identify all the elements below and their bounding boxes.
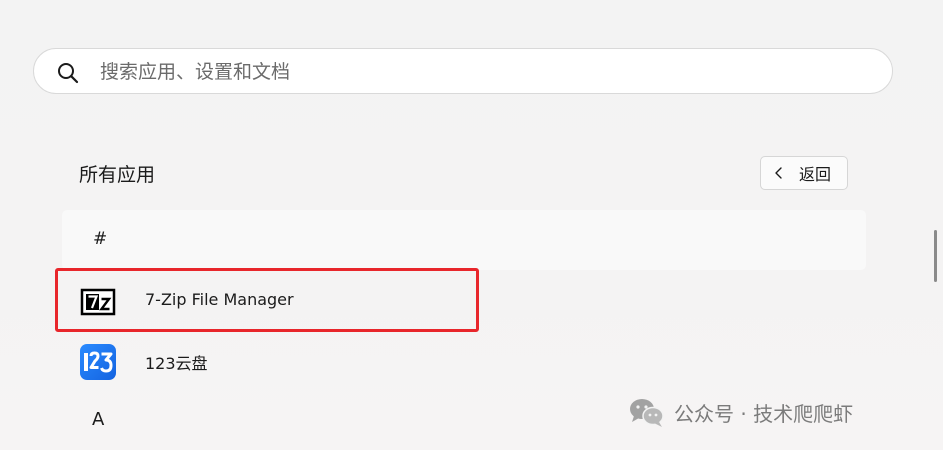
search-icon (58, 63, 79, 84)
back-button[interactable]: 返回 (760, 156, 848, 190)
wechat-icon (630, 399, 664, 427)
app-name: 123云盘 (145, 354, 208, 373)
watermark: 公众号 · 技术爬爬虾 (628, 396, 853, 428)
group-header-label: # (93, 229, 108, 249)
123pan-icon (80, 344, 116, 380)
group-header-a[interactable]: A (92, 409, 104, 430)
app-item-123pan[interactable]: 123云盘 (62, 332, 866, 388)
search-input[interactable] (98, 49, 862, 95)
highlight-box (55, 268, 479, 332)
watermark-text: 公众号 · 技术爬爬虾 (674, 401, 854, 426)
back-button-label: 返回 (799, 165, 832, 184)
scrollbar-thumb[interactable] (934, 230, 937, 282)
search-box[interactable] (33, 48, 893, 95)
page-title: 所有应用 (79, 164, 156, 186)
chevron-left-icon (775, 167, 782, 179)
group-header-hash[interactable]: # (62, 210, 866, 270)
